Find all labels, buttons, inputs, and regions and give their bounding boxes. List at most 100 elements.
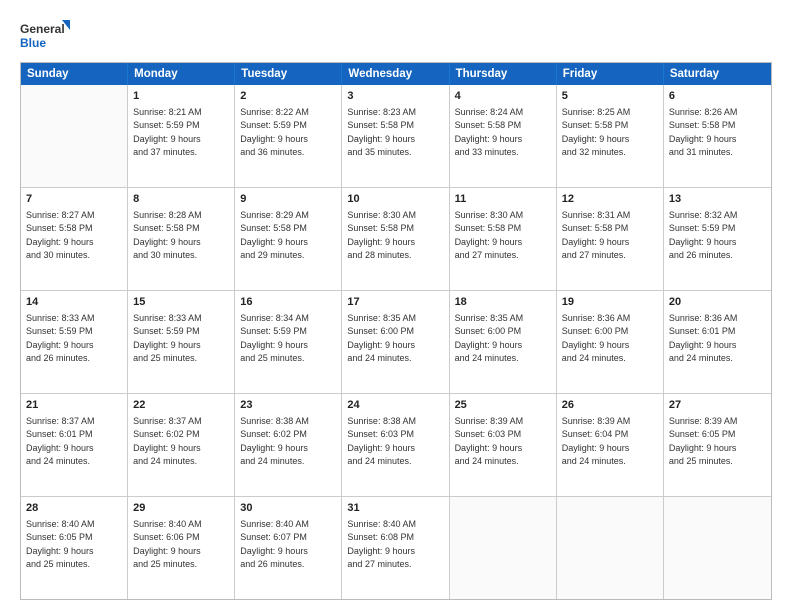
cell-info: Sunrise: 8:39 AMSunset: 6:03 PMDaylight:… [455, 416, 524, 467]
calendar-cell: 1 Sunrise: 8:21 AMSunset: 5:59 PMDaylight… [128, 85, 235, 187]
calendar-cell: 27 Sunrise: 8:39 AMSunset: 6:05 PMDayligh… [664, 394, 771, 496]
calendar-cell: 24Sunrise: 8:38 AMSunset: 6:03 PMDayligh… [342, 394, 449, 496]
day-number: 20 [669, 295, 766, 311]
weekday-header: Saturday [664, 63, 771, 85]
cell-info: Sunrise: 8:32 AMSunset: 5:59 PMDaylight:… [669, 210, 738, 261]
cell-info: Sunrise: 8:36 AMSunset: 6:01 PMDaylight:… [669, 313, 738, 364]
day-number: 4 [455, 89, 551, 105]
weekday-header: Friday [557, 63, 664, 85]
calendar-cell: 25 Sunrise: 8:39 AMSunset: 6:03 PMDayligh… [450, 394, 557, 496]
day-number: 29 [133, 501, 229, 517]
calendar-cell: 14 Sunrise: 8:33 AMSunset: 5:59 PMDayligh… [21, 291, 128, 393]
calendar-cell: 3 Sunrise: 8:23 AMSunset: 5:58 PMDaylight… [342, 85, 449, 187]
calendar-cell: 20 Sunrise: 8:36 AMSunset: 6:01 PMDayligh… [664, 291, 771, 393]
calendar-cell: 2 Sunrise: 8:22 AMSunset: 5:59 PMDaylight… [235, 85, 342, 187]
day-number: 28 [26, 501, 122, 517]
page-header: General Blue [20, 18, 772, 54]
cell-info: Sunrise: 8:24 AMSunset: 5:58 PMDaylight:… [455, 107, 524, 158]
calendar-body: 1 Sunrise: 8:21 AMSunset: 5:59 PMDaylight… [21, 85, 771, 599]
calendar-week-row: 1 Sunrise: 8:21 AMSunset: 5:59 PMDaylight… [21, 85, 771, 187]
calendar-cell: 10 Sunrise: 8:30 AMSunset: 5:58 PMDayligh… [342, 188, 449, 290]
calendar-week-row: 21Sunrise: 8:37 AMSunset: 6:01 PMDayligh… [21, 393, 771, 496]
calendar-cell: 9Sunrise: 8:29 AMSunset: 5:58 PMDaylight… [235, 188, 342, 290]
calendar-cell: 8Sunrise: 8:28 AMSunset: 5:58 PMDaylight… [128, 188, 235, 290]
cell-info: Sunrise: 8:21 AMSunset: 5:59 PMDaylight:… [133, 107, 202, 158]
weekday-header: Wednesday [342, 63, 449, 85]
day-number: 15 [133, 295, 229, 311]
calendar-cell: 11Sunrise: 8:30 AMSunset: 5:58 PMDayligh… [450, 188, 557, 290]
calendar-cell: 28 Sunrise: 8:40 AMSunset: 6:05 PMDayligh… [21, 497, 128, 599]
calendar-cell: 13 Sunrise: 8:32 AMSunset: 5:59 PMDayligh… [664, 188, 771, 290]
cell-info: Sunrise: 8:25 AMSunset: 5:58 PMDaylight:… [562, 107, 631, 158]
cell-info: Sunrise: 8:37 AMSunset: 6:01 PMDaylight:… [26, 416, 95, 467]
calendar-cell: 26Sunrise: 8:39 AMSunset: 6:04 PMDayligh… [557, 394, 664, 496]
calendar-cell: 31 Sunrise: 8:40 AMSunset: 6:08 PMDayligh… [342, 497, 449, 599]
day-number: 24 [347, 398, 443, 414]
logo: General Blue [20, 18, 72, 54]
cell-info: Sunrise: 8:40 AMSunset: 6:08 PMDaylight:… [347, 519, 416, 570]
svg-text:General: General [20, 22, 65, 36]
cell-info: Sunrise: 8:35 AMSunset: 6:00 PMDaylight:… [347, 313, 416, 364]
day-number: 14 [26, 295, 122, 311]
cell-info: Sunrise: 8:30 AMSunset: 5:58 PMDaylight:… [347, 210, 416, 261]
calendar-cell: 17 Sunrise: 8:35 AMSunset: 6:00 PMDayligh… [342, 291, 449, 393]
calendar-cell: 29 Sunrise: 8:40 AMSunset: 6:06 PMDayligh… [128, 497, 235, 599]
day-number: 12 [562, 192, 658, 208]
cell-info: Sunrise: 8:33 AMSunset: 5:59 PMDaylight:… [133, 313, 202, 364]
cell-info: Sunrise: 8:40 AMSunset: 6:05 PMDaylight:… [26, 519, 95, 570]
weekday-header: Monday [128, 63, 235, 85]
day-number: 1 [133, 89, 229, 105]
calendar-cell: 19Sunrise: 8:36 AMSunset: 6:00 PMDayligh… [557, 291, 664, 393]
cell-info: Sunrise: 8:27 AMSunset: 5:58 PMDaylight:… [26, 210, 95, 261]
cell-info: Sunrise: 8:26 AMSunset: 5:58 PMDaylight:… [669, 107, 738, 158]
day-number: 3 [347, 89, 443, 105]
cell-info: Sunrise: 8:40 AMSunset: 6:06 PMDaylight:… [133, 519, 202, 570]
day-number: 23 [240, 398, 336, 414]
day-number: 13 [669, 192, 766, 208]
cell-info: Sunrise: 8:39 AMSunset: 6:04 PMDaylight:… [562, 416, 631, 467]
day-number: 10 [347, 192, 443, 208]
calendar-cell: 21Sunrise: 8:37 AMSunset: 6:01 PMDayligh… [21, 394, 128, 496]
calendar-cell: 16 Sunrise: 8:34 AMSunset: 5:59 PMDayligh… [235, 291, 342, 393]
weekday-header: Thursday [450, 63, 557, 85]
calendar-cell: 15 Sunrise: 8:33 AMSunset: 5:59 PMDayligh… [128, 291, 235, 393]
cell-info: Sunrise: 8:35 AMSunset: 6:00 PMDaylight:… [455, 313, 524, 364]
day-number: 25 [455, 398, 551, 414]
day-number: 7 [26, 192, 122, 208]
day-number: 6 [669, 89, 766, 105]
calendar-cell: 4 Sunrise: 8:24 AMSunset: 5:58 PMDaylight… [450, 85, 557, 187]
calendar-cell: 23Sunrise: 8:38 AMSunset: 6:02 PMDayligh… [235, 394, 342, 496]
day-number: 17 [347, 295, 443, 311]
cell-info: Sunrise: 8:40 AMSunset: 6:07 PMDaylight:… [240, 519, 309, 570]
calendar-cell: 5Sunrise: 8:25 AMSunset: 5:58 PMDaylight… [557, 85, 664, 187]
day-number: 27 [669, 398, 766, 414]
weekday-header: Tuesday [235, 63, 342, 85]
cell-info: Sunrise: 8:33 AMSunset: 5:59 PMDaylight:… [26, 313, 95, 364]
cell-info: Sunrise: 8:22 AMSunset: 5:59 PMDaylight:… [240, 107, 309, 158]
day-number: 19 [562, 295, 658, 311]
cell-info: Sunrise: 8:31 AMSunset: 5:58 PMDaylight:… [562, 210, 631, 261]
day-number: 18 [455, 295, 551, 311]
calendar-cell [450, 497, 557, 599]
calendar-cell: 18 Sunrise: 8:35 AMSunset: 6:00 PMDayligh… [450, 291, 557, 393]
calendar-cell: 7 Sunrise: 8:27 AMSunset: 5:58 PMDaylight… [21, 188, 128, 290]
cell-info: Sunrise: 8:34 AMSunset: 5:59 PMDaylight:… [240, 313, 309, 364]
day-number: 30 [240, 501, 336, 517]
day-number: 2 [240, 89, 336, 105]
cell-info: Sunrise: 8:39 AMSunset: 6:05 PMDaylight:… [669, 416, 738, 467]
weekday-header: Sunday [21, 63, 128, 85]
calendar-cell [21, 85, 128, 187]
calendar-week-row: 14 Sunrise: 8:33 AMSunset: 5:59 PMDayligh… [21, 290, 771, 393]
calendar-header: SundayMondayTuesdayWednesdayThursdayFrid… [21, 63, 771, 85]
calendar-cell: 6 Sunrise: 8:26 AMSunset: 5:58 PMDaylight… [664, 85, 771, 187]
calendar-cell: 12 Sunrise: 8:31 AMSunset: 5:58 PMDayligh… [557, 188, 664, 290]
day-number: 16 [240, 295, 336, 311]
cell-info: Sunrise: 8:30 AMSunset: 5:58 PMDaylight:… [455, 210, 524, 261]
cell-info: Sunrise: 8:28 AMSunset: 5:58 PMDaylight:… [133, 210, 202, 261]
day-number: 9 [240, 192, 336, 208]
calendar-cell: 22Sunrise: 8:37 AMSunset: 6:02 PMDayligh… [128, 394, 235, 496]
svg-text:Blue: Blue [20, 36, 46, 50]
day-number: 31 [347, 501, 443, 517]
calendar-week-row: 28 Sunrise: 8:40 AMSunset: 6:05 PMDayligh… [21, 496, 771, 599]
cell-info: Sunrise: 8:23 AMSunset: 5:58 PMDaylight:… [347, 107, 416, 158]
